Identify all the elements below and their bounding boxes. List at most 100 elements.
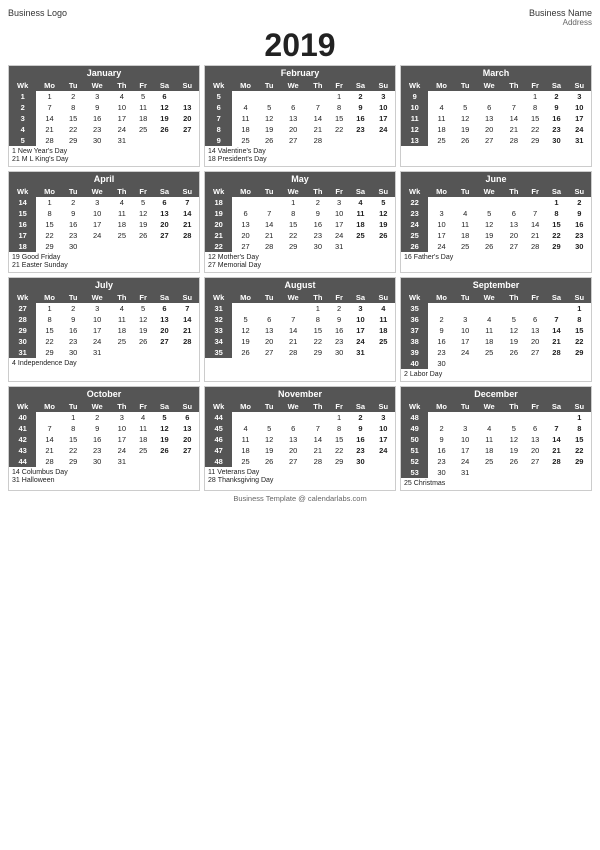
saturday: 23 — [349, 445, 371, 456]
holiday-name: Memorial Day — [218, 262, 261, 269]
day-cell: 18 — [232, 124, 258, 135]
day-header: We — [476, 186, 503, 197]
month-block: NovemberWkMoTuWeThFrSaSu4412345456789104… — [204, 386, 396, 491]
day-header: Th — [307, 186, 329, 197]
day-cell — [525, 412, 545, 423]
holiday-item: 16Father's Day — [404, 254, 588, 261]
sunday — [568, 467, 591, 478]
day-cell: 3 — [455, 314, 476, 325]
day-cell: 22 — [280, 230, 307, 241]
week-number: 7 — [205, 113, 232, 124]
sunday: 24 — [372, 124, 395, 135]
day-cell: 19 — [455, 124, 476, 135]
day-cell: 29 — [36, 241, 62, 252]
day-cell: 5 — [503, 423, 525, 434]
week-number: 8 — [205, 124, 232, 135]
holiday-name: President's Day — [218, 156, 267, 163]
day-cell — [476, 303, 503, 314]
day-header: Th — [111, 186, 133, 197]
day-cell: 12 — [455, 113, 476, 124]
day-cell: 13 — [280, 434, 307, 445]
day-cell: 7 — [36, 423, 62, 434]
holiday-name: Christmas — [414, 480, 446, 487]
month-block: DecemberWkMoTuWeThFrSaSu4814923456785091… — [400, 386, 592, 491]
month-header: June — [401, 172, 591, 186]
week-number: 51 — [401, 445, 428, 456]
saturday: 9 — [349, 423, 371, 434]
holiday-number: 21 — [12, 156, 20, 163]
day-cell: 8 — [63, 423, 84, 434]
day-header: Tu — [455, 80, 476, 91]
day-header: Fr — [525, 186, 545, 197]
week-number: 16 — [9, 219, 36, 230]
day-cell: 14 — [36, 434, 62, 445]
day-cell — [280, 91, 307, 102]
day-cell: 22 — [525, 124, 545, 135]
day-cell: 2 — [63, 91, 84, 102]
day-cell: 8 — [36, 314, 62, 325]
calendar-table: WkMoTuWeThFrSaSu181234519678910111220131… — [205, 186, 395, 252]
day-cell: 25 — [476, 456, 503, 467]
day-cell: 2 — [428, 423, 454, 434]
day-header: Sa — [349, 292, 371, 303]
day-cell: 29 — [63, 456, 84, 467]
day-cell: 16 — [428, 445, 454, 456]
day-cell: 20 — [232, 230, 258, 241]
day-cell: 11 — [133, 423, 153, 434]
holiday-item: 12Mother's Day — [208, 254, 392, 261]
saturday: 13 — [153, 208, 175, 219]
day-cell: 28 — [503, 135, 525, 146]
saturday: 30 — [349, 456, 371, 467]
day-cell: 20 — [259, 336, 280, 347]
day-cell — [133, 241, 153, 252]
day-cell: 24 — [84, 230, 111, 241]
day-cell: 30 — [307, 241, 329, 252]
day-cell: 24 — [455, 347, 476, 358]
day-cell: 25 — [111, 336, 133, 347]
day-header: Su — [176, 401, 199, 412]
day-header: Wk — [205, 292, 232, 303]
day-cell: 25 — [455, 241, 476, 252]
saturday — [545, 467, 567, 478]
holiday-name: New Year's Day — [18, 148, 67, 155]
day-cell: 5 — [133, 303, 153, 314]
day-cell: 4 — [428, 102, 454, 113]
sunday: 14 — [176, 314, 199, 325]
day-header: Th — [307, 80, 329, 91]
day-cell: 29 — [329, 456, 349, 467]
sunday: 15 — [568, 325, 591, 336]
holiday-item: 14Columbus Day — [12, 469, 196, 476]
day-header: Tu — [259, 401, 280, 412]
day-cell: 1 — [280, 197, 307, 208]
week-number: 5 — [205, 91, 232, 102]
saturday — [349, 241, 371, 252]
day-cell: 26 — [133, 230, 153, 241]
day-cell — [525, 197, 545, 208]
day-header: Tu — [455, 186, 476, 197]
week-number: 4 — [9, 124, 36, 135]
day-cell — [232, 197, 258, 208]
day-cell: 5 — [133, 91, 153, 102]
day-cell: 9 — [84, 102, 111, 113]
saturday: 20 — [153, 325, 175, 336]
saturday — [545, 303, 567, 314]
day-cell: 31 — [84, 347, 111, 358]
day-cell: 15 — [36, 325, 62, 336]
saturday: 5 — [153, 412, 175, 423]
saturday: 22 — [545, 230, 567, 241]
day-header: Tu — [455, 292, 476, 303]
day-cell: 31 — [455, 467, 476, 478]
day-cell: 28 — [259, 241, 280, 252]
day-header: Fr — [329, 186, 349, 197]
month-header: August — [205, 278, 395, 292]
day-cell: 12 — [133, 208, 153, 219]
day-header: Tu — [259, 186, 280, 197]
day-cell: 25 — [133, 124, 153, 135]
saturday: 23 — [545, 124, 567, 135]
day-cell: 12 — [133, 314, 153, 325]
day-cell — [503, 197, 525, 208]
day-cell — [133, 135, 153, 146]
sunday: 15 — [568, 434, 591, 445]
calendar-table: WkMoTuWeThFrSaSu441234545678910461112131… — [205, 401, 395, 467]
day-cell: 1 — [329, 412, 349, 423]
